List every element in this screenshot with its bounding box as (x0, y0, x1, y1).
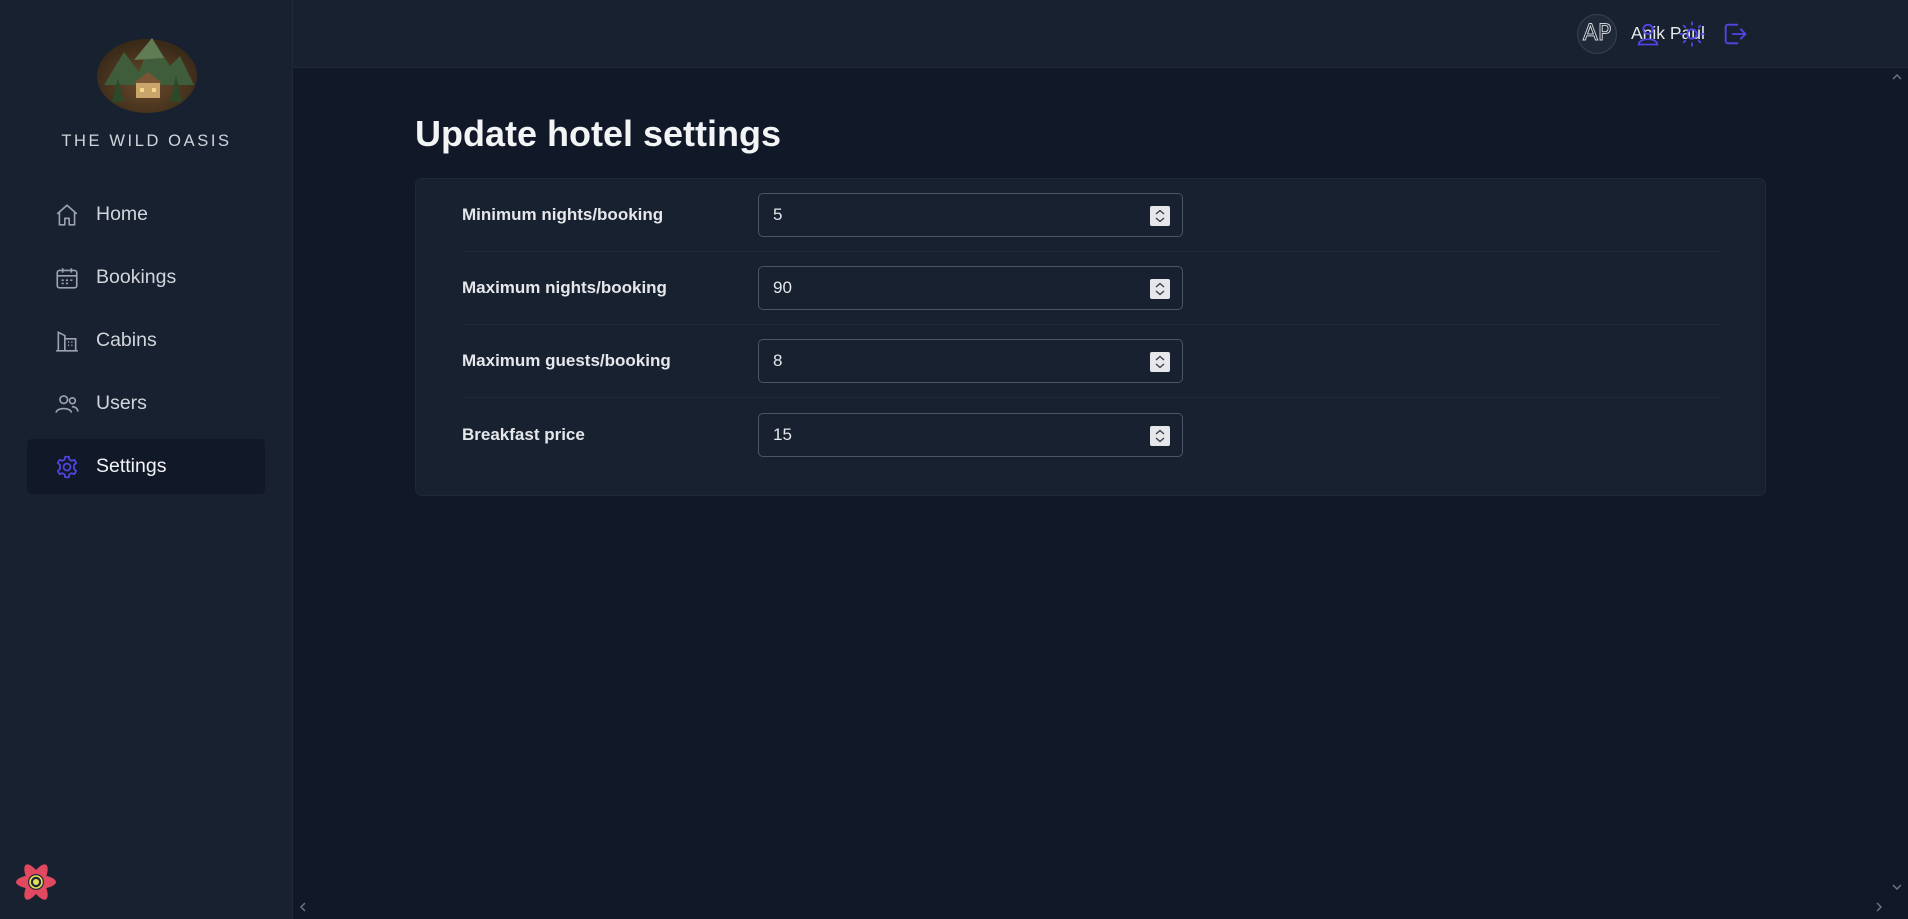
sidebar-item-settings[interactable]: Settings (27, 439, 265, 494)
account-button[interactable] (1634, 20, 1662, 48)
settings-form: Minimum nights/booking 5 Maximum nights/… (415, 178, 1766, 496)
logo: THE WILD OASIS (0, 30, 293, 151)
sidebar-item-label: Cabins (96, 329, 157, 351)
form-row-max-guests: Maximum guests/booking 8 (462, 325, 1722, 398)
breakfast-price-input[interactable]: 15 (758, 412, 1183, 457)
sidebar-item-label: Home (96, 203, 149, 225)
sidebar-item-cabins[interactable]: Cabins (27, 313, 265, 368)
gear-icon (54, 454, 80, 480)
users-icon (54, 391, 80, 417)
sidebar-item-users[interactable]: Users (27, 376, 265, 431)
field-label: Maximum nights/booking (462, 278, 667, 297)
sun-icon (1678, 20, 1706, 48)
input-value: 5 (773, 205, 783, 224)
form-row-breakfast-price: Breakfast price 15 (462, 398, 1722, 471)
field-label: Maximum guests/booking (462, 351, 671, 370)
max-nights-input[interactable]: 90 (758, 266, 1183, 310)
number-spinner[interactable] (1150, 425, 1170, 446)
app-root: THE WILD OASIS Home Bookings Cabins User… (0, 0, 1908, 919)
home-icon (54, 202, 80, 228)
max-guests-input[interactable]: 8 (758, 339, 1183, 383)
form-row-max-nights: Maximum nights/booking 90 (462, 252, 1722, 325)
input-value: 15 (773, 424, 792, 444)
number-spinner[interactable] (1150, 206, 1170, 226)
avatar: AP (1577, 14, 1617, 54)
logout-icon (1721, 20, 1749, 48)
field-label: Minimum nights/booking (462, 205, 664, 224)
sidebar-item-bookings[interactable]: Bookings (27, 250, 265, 305)
number-spinner[interactable] (1150, 352, 1170, 372)
scroll-up-arrow-icon[interactable] (1890, 70, 1904, 84)
logout-button[interactable] (1721, 20, 1749, 48)
scroll-down-arrow-icon[interactable] (1890, 880, 1904, 894)
calendar-icon (54, 265, 80, 291)
dark-mode-toggle[interactable] (1678, 20, 1706, 48)
sidebar: THE WILD OASIS Home Bookings Cabins User… (0, 0, 293, 919)
logo-image (96, 38, 197, 113)
react-devtools-icon[interactable] (14, 862, 58, 902)
min-nights-input[interactable]: 5 (758, 193, 1183, 237)
main-content: Update hotel settings Minimum nights/boo… (293, 68, 1893, 904)
top-header: AP Anik Paul (293, 0, 1908, 68)
brand-name: THE WILD OASIS (61, 132, 232, 150)
main-nav: Home Bookings Cabins Users Settings (27, 187, 265, 502)
building-icon (54, 328, 80, 354)
sidebar-item-home[interactable]: Home (27, 187, 265, 242)
input-value: 8 (773, 351, 783, 370)
sidebar-item-label: Bookings (96, 266, 177, 288)
number-spinner[interactable] (1150, 279, 1170, 299)
scroll-left-arrow-icon[interactable] (296, 900, 310, 914)
input-value: 90 (773, 278, 792, 297)
sidebar-item-label: Settings (96, 455, 167, 477)
sidebar-item-label: Users (96, 392, 147, 414)
user-icon (1634, 20, 1662, 48)
form-row-min-nights: Minimum nights/booking 5 (462, 179, 1722, 252)
page-title: Update hotel settings (415, 113, 782, 154)
field-label: Breakfast price (462, 424, 585, 444)
scroll-right-arrow-icon[interactable] (1872, 900, 1886, 914)
